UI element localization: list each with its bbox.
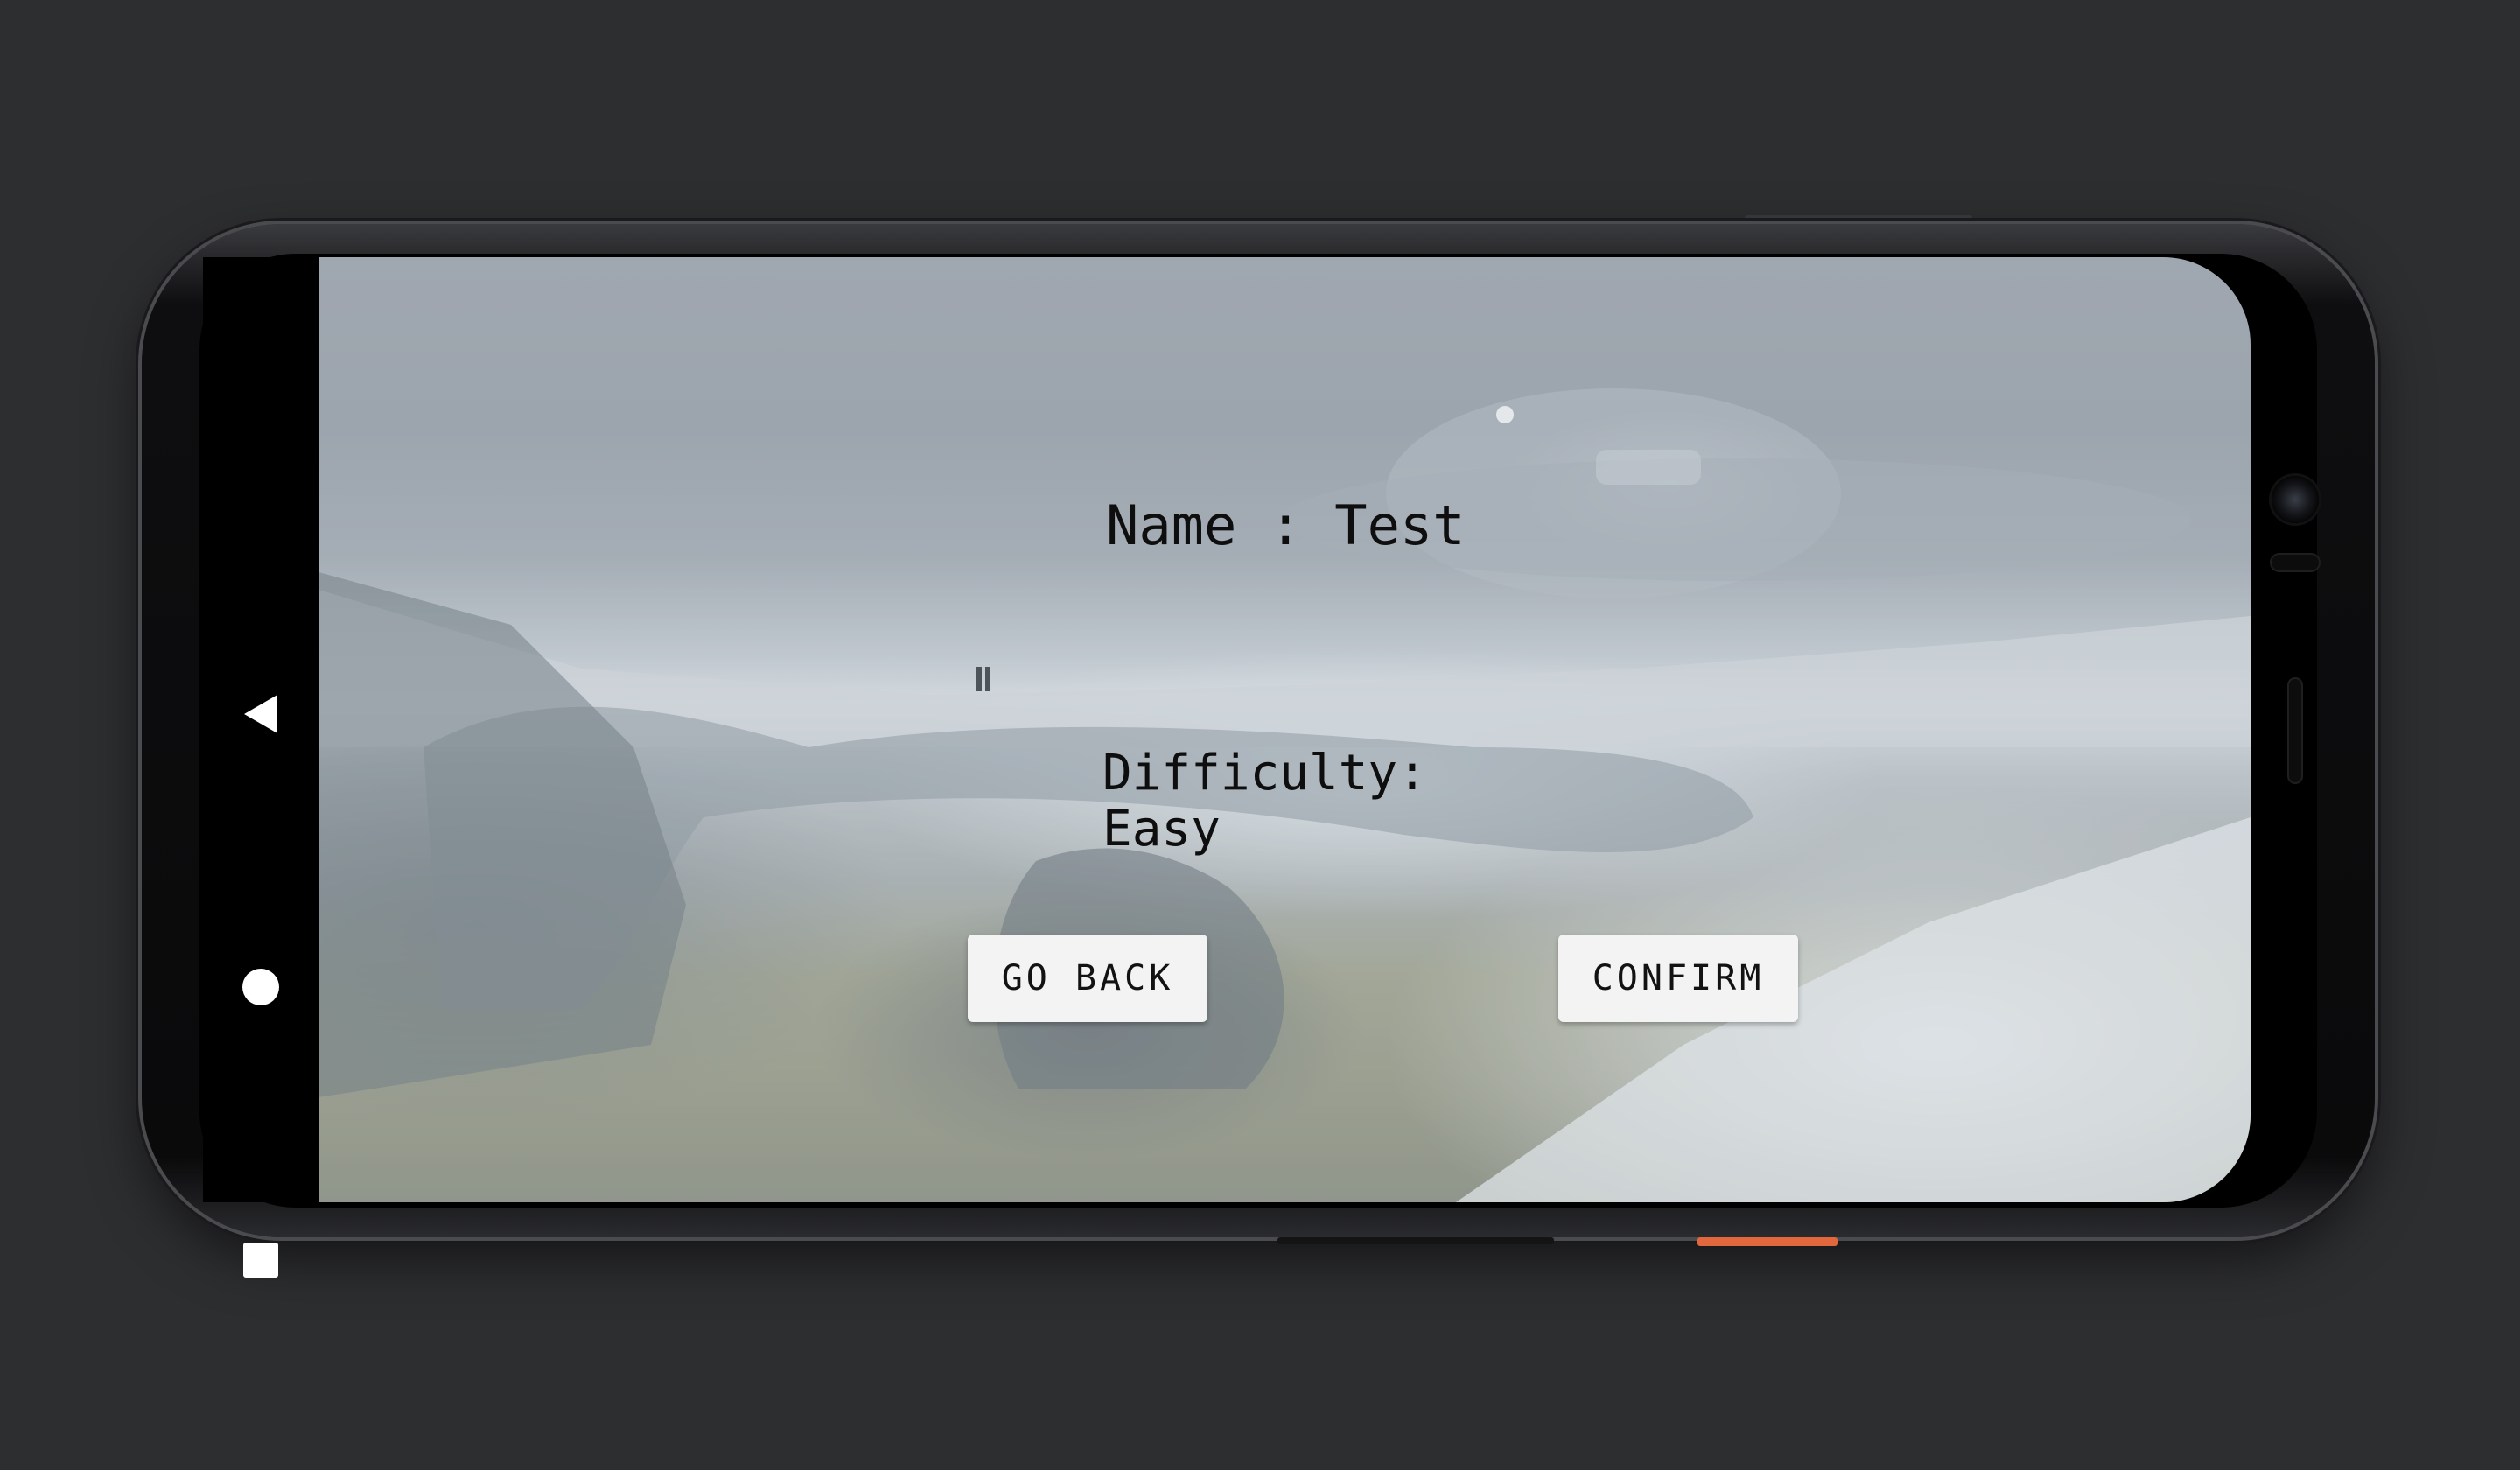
go-back-button[interactable]: GO BACK <box>968 934 1208 1022</box>
difficulty-label: Difficulty: <box>1102 745 1427 802</box>
nav-recents-button[interactable] <box>203 1208 318 1312</box>
home-circle-icon <box>242 969 279 1005</box>
difficulty-value: Easy <box>1102 801 1221 858</box>
difficulty-display: Difficulty: Easy <box>1102 746 1470 858</box>
phone-top-edge-button <box>1745 215 1972 222</box>
device-frame-stage: Name : Test Difficulty: Easy GO BACK CON… <box>0 0 2520 1470</box>
android-navigation-bar <box>203 257 318 1278</box>
earpiece-speaker <box>2287 677 2303 784</box>
power-button <box>1698 1237 1838 1246</box>
proximity-sensor <box>2270 553 2320 572</box>
player-name-label: Name : Test <box>1106 494 1466 557</box>
background-landscape-image <box>318 388 2250 1202</box>
nav-back-button[interactable] <box>203 662 318 766</box>
volume-rocker <box>1278 1237 1554 1244</box>
app-screen: Name : Test Difficulty: Easy GO BACK CON… <box>318 257 2250 1202</box>
recents-square-icon <box>243 1242 278 1278</box>
back-triangle-icon <box>244 695 277 733</box>
front-camera <box>2272 476 2319 523</box>
confirm-button[interactable]: CONFIRM <box>1558 934 1798 1022</box>
nav-home-button[interactable] <box>203 934 318 1040</box>
